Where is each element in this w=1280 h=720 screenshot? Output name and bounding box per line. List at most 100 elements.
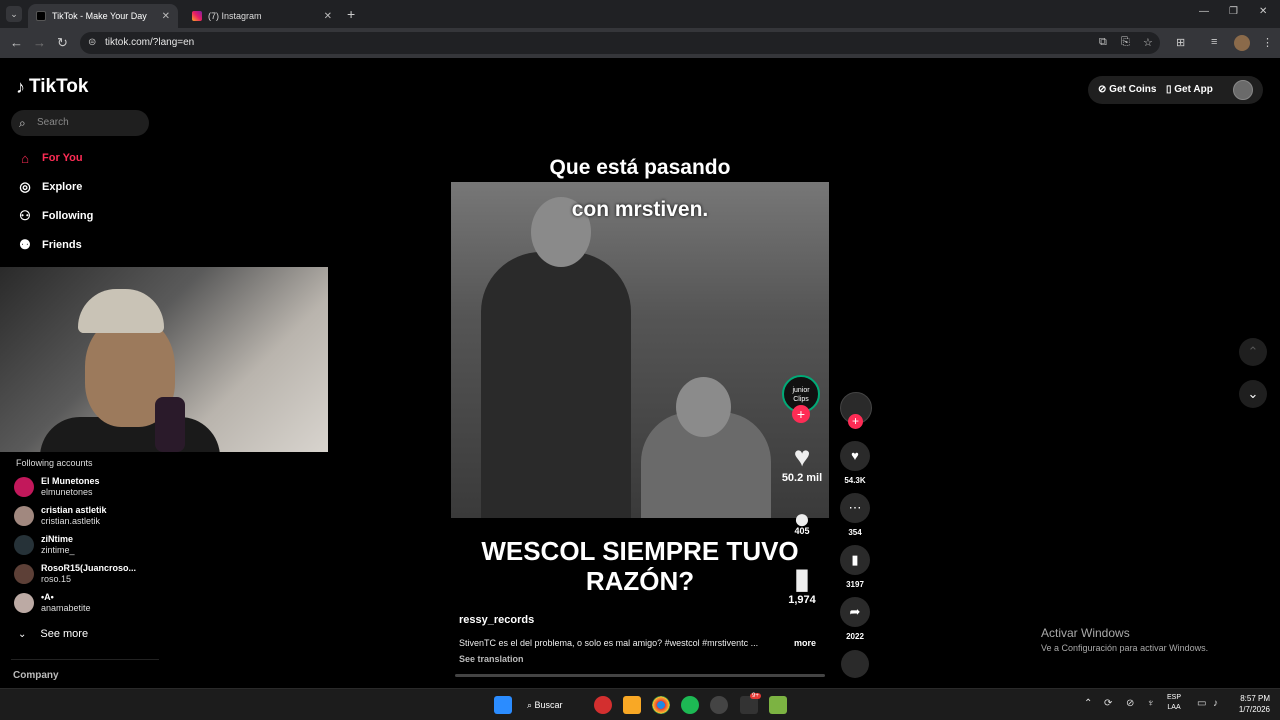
see-more-button[interactable]: ⌄ See more: [18, 628, 88, 640]
restore-icon[interactable]: ❐: [1229, 6, 1238, 17]
nav-following[interactable]: ⚇ Following: [16, 206, 93, 226]
browser-toolbar: ← → ↻ ⊜ tiktok.com/?lang=en ⧉ ⎘ ☆ ⊞ ≡ ⋮: [0, 28, 1280, 58]
extensions-icon[interactable]: ⊞: [1176, 36, 1185, 49]
compass-icon: ◎: [19, 179, 31, 194]
tiktok-logo[interactable]: ♪ TikTok: [16, 76, 88, 98]
browser-tab-bar: ⌄ TikTok - Make Your Day ✕ (7) Instagram…: [0, 0, 1280, 28]
search-input[interactable]: ⌕ Search: [11, 110, 149, 136]
notification-badge: 9+: [750, 693, 761, 699]
tab-instagram[interactable]: (7) Instagram ✕: [184, 4, 340, 28]
divider: [11, 659, 159, 660]
reload-icon[interactable]: ↻: [57, 35, 68, 51]
search-icon: ⌕: [19, 116, 26, 130]
chrome-icon[interactable]: [652, 696, 670, 714]
close-tab-icon[interactable]: ✕: [162, 11, 170, 22]
show-hidden-icons[interactable]: ⌃: [1084, 698, 1092, 709]
see-translation-link[interactable]: See translation: [459, 654, 524, 664]
like-button[interactable]: ♥: [840, 441, 870, 471]
chevron-down-icon: ⌄: [18, 628, 27, 640]
video-headline: WESCOL SIEMPRE TUVO RAZÓN?: [481, 536, 799, 596]
sync-icon[interactable]: ⟳: [1104, 698, 1112, 709]
file-explorer-icon[interactable]: [623, 696, 641, 714]
video-player[interactable]: [451, 182, 829, 518]
bookmark-star-icon[interactable]: ☆: [1143, 36, 1153, 49]
video-author[interactable]: ressy_records: [459, 614, 534, 626]
bookmark-icon: ▮: [794, 563, 810, 594]
embedded-save: ▮ 1,974: [780, 563, 824, 607]
start-icon[interactable]: [494, 696, 512, 714]
account-item[interactable]: cristian astletik cristian.astletik: [14, 503, 107, 529]
tiktok-note-icon: ♪: [16, 76, 25, 97]
install-icon[interactable]: ⎘: [1121, 36, 1130, 49]
embedded-like: ♥ 50.2 mil: [781, 441, 823, 485]
menu-icon[interactable]: ⋮: [1262, 36, 1273, 49]
clock[interactable]: 8:57 PM 1/7/2026: [1228, 693, 1270, 715]
url-text: tiktok.com/?lang=en: [105, 37, 195, 48]
company-link[interactable]: Company: [13, 670, 59, 681]
account-item[interactable]: RosoR15(Juancroso... roso.15: [14, 561, 136, 587]
back-icon[interactable]: ←: [10, 35, 23, 50]
minimize-icon[interactable]: —: [1199, 6, 1209, 17]
new-tab-icon[interactable]: +: [347, 6, 355, 22]
instagram-favicon-icon: [192, 11, 202, 21]
account-item[interactable]: •A• anamabetite: [14, 590, 91, 616]
profile-avatar[interactable]: [1233, 80, 1253, 100]
get-app-button[interactable]: ▯ Get App: [1166, 84, 1213, 95]
forward-icon[interactable]: →: [33, 35, 46, 50]
tab-title: TikTok - Make Your Day: [52, 11, 147, 21]
account-item[interactable]: El Munetones elmunetones: [14, 474, 100, 500]
share-button[interactable]: ➦: [840, 597, 870, 627]
nav-for-you[interactable]: ⌂ For You: [16, 148, 82, 168]
windows-activation-watermark: Activar Windows Ve a Configuración para …: [1041, 626, 1209, 653]
webcam-overlay: [0, 267, 328, 452]
taskbar-search[interactable]: ⌕ Buscar: [527, 694, 577, 716]
follow-plus-icon[interactable]: +: [848, 414, 863, 429]
mic-icon[interactable]: ♆: [1147, 698, 1155, 709]
save-button[interactable]: ▮: [840, 545, 870, 575]
translate-icon[interactable]: ⧉: [1099, 36, 1107, 49]
tab-title: (7) Instagram: [208, 11, 262, 21]
language-indicator[interactable]: ESP LAA: [1167, 693, 1181, 713]
heart-icon: ♥: [851, 448, 859, 463]
tab-list-button[interactable]: ⌄: [6, 6, 22, 22]
more-link[interactable]: more: [794, 638, 816, 648]
embedded-comment: ● 405: [780, 504, 824, 537]
next-video-button[interactable]: ⌄: [1239, 380, 1267, 408]
video-caption-line1: Que está pasando: [549, 156, 731, 179]
app-icon[interactable]: [710, 696, 728, 714]
minecraft-icon[interactable]: [769, 696, 787, 714]
windows-taskbar: ⌕ Buscar 9+ ⌃ ⟳ ⊘ ♆ ESP LAA ▭ ♪ 8:57 PM …: [0, 688, 1280, 720]
address-bar[interactable]: ⊜ tiktok.com/?lang=en: [80, 32, 1160, 54]
comment-icon: ⋯: [848, 500, 862, 515]
header-actions: ⊘ Get Coins ▯ Get App: [1088, 76, 1263, 104]
chevron-down-icon: ⌄: [1247, 386, 1259, 401]
nav-friends[interactable]: ⚉ Friends: [16, 235, 82, 255]
close-tab-icon[interactable]: ✕: [324, 11, 332, 22]
microphone-icon: [155, 397, 185, 452]
display-icon[interactable]: ▭: [1197, 698, 1206, 709]
profile-avatar[interactable]: [1234, 35, 1250, 51]
people-icon: ⚉: [19, 237, 31, 252]
close-window-icon[interactable]: ✕: [1259, 6, 1267, 17]
tab-tiktok[interactable]: TikTok - Make Your Day ✕: [28, 4, 178, 28]
media-icon[interactable]: ≡: [1211, 36, 1217, 48]
tiktok-favicon-icon: [36, 11, 46, 21]
music-avatar[interactable]: [841, 650, 869, 678]
avatar: [14, 564, 34, 584]
share-count: 2022: [846, 632, 864, 641]
network-icon[interactable]: ⊘: [1126, 698, 1134, 709]
video-caption-line2: con mrstiven.: [571, 198, 709, 221]
account-item[interactable]: ziNtime zintime_: [14, 532, 75, 558]
video-progress-bar[interactable]: [455, 674, 825, 677]
opera-icon[interactable]: [594, 696, 612, 714]
avatar: [14, 593, 34, 613]
get-coins-button[interactable]: ⊘ Get Coins: [1098, 84, 1156, 95]
comment-button[interactable]: ⋯: [840, 493, 870, 523]
nav-explore[interactable]: ◎ Explore: [16, 177, 82, 197]
site-info-icon[interactable]: ⊜: [88, 32, 96, 54]
spotify-icon[interactable]: [681, 696, 699, 714]
previous-video-button[interactable]: ⌃: [1239, 338, 1267, 366]
chevron-up-icon: ⌃: [1247, 344, 1259, 359]
share-icon: ➦: [849, 604, 861, 619]
volume-icon[interactable]: ♪: [1213, 698, 1218, 709]
